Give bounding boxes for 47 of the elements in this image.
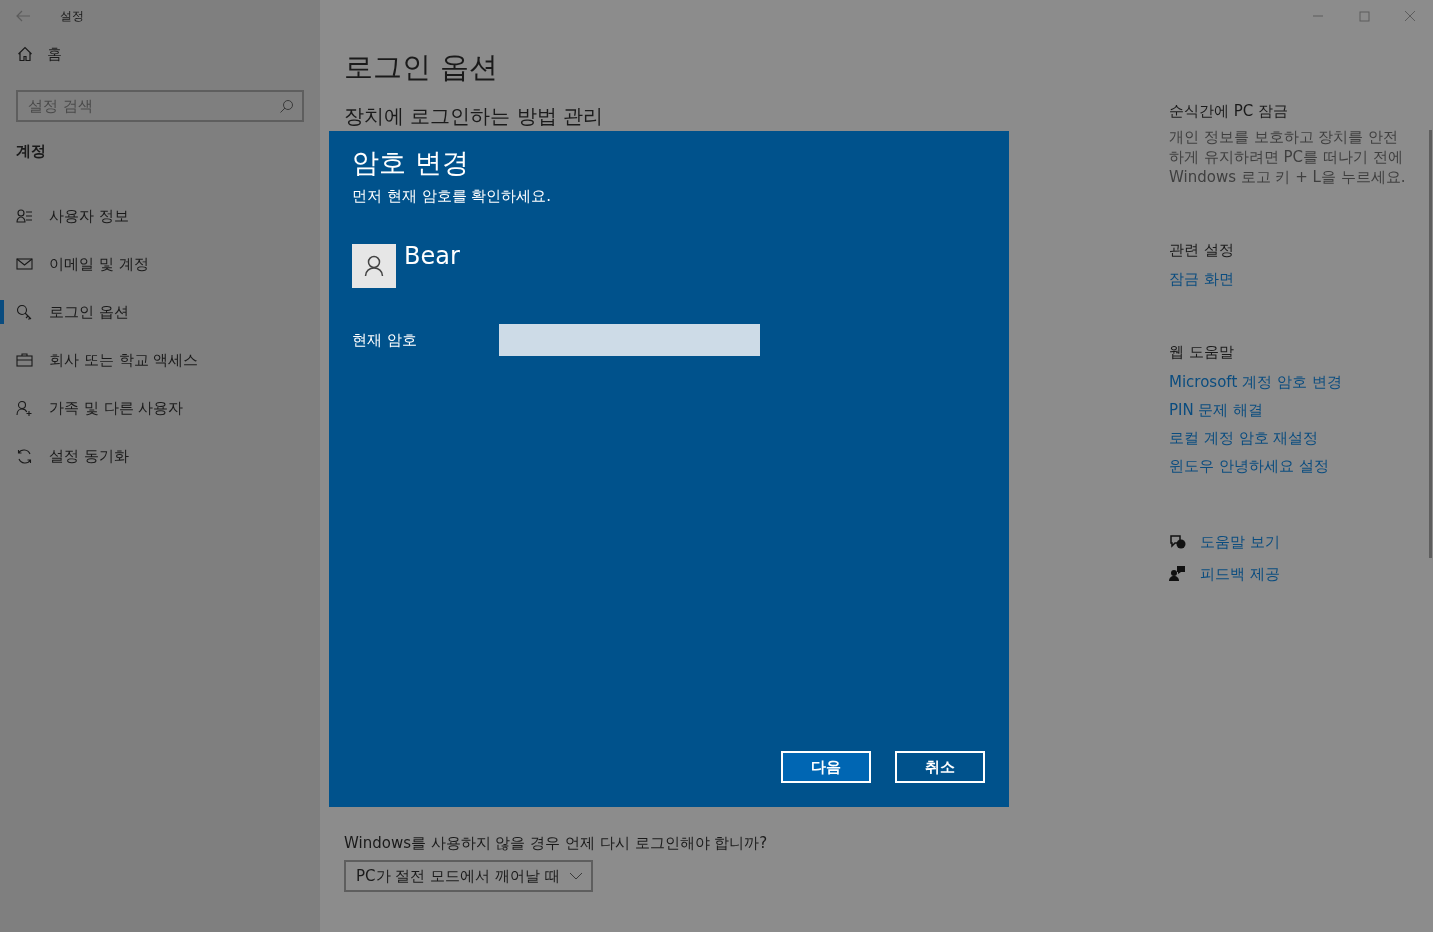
home-link[interactable]: 홈 [0, 36, 320, 72]
help-link[interactable]: 윈도우 안녕하세요 설정 [1169, 451, 1329, 480]
envelope-icon [16, 255, 33, 273]
description-text: 개인 정보를 보호하고 장치를 안전하게 유지하려면 PC를 떠나기 전에 Windows 로고 키 + L을 누르세요. [1169, 126, 1407, 187]
section-heading: 관련 설정 [1169, 239, 1235, 261]
briefcase-icon [16, 351, 33, 369]
nav-item[interactable]: 이메일 및 계정 [0, 240, 320, 288]
help-link[interactable]: 피드백 제공 [1200, 559, 1280, 588]
section-heading: 순식간에 PC 잠금 [1169, 101, 1290, 122]
close-icon [1404, 10, 1416, 22]
instruction-text: 먼저 현재 암호를 확인하세요. [352, 186, 553, 208]
dialog-title: 암호 변경 [352, 147, 470, 180]
scrollbar[interactable] [1429, 130, 1432, 558]
cancel-button[interactable]: 취소 [895, 751, 985, 783]
person-add-icon [16, 399, 33, 417]
nav-item[interactable]: 사용자 정보 [0, 192, 320, 240]
nav-item[interactable]: 설정 동기화 [0, 432, 320, 480]
back-arrow-icon [15, 10, 31, 22]
section-heading: 웹 도움말 [1169, 342, 1235, 363]
dropdown[interactable]: PC가 절전 모드에서 깨어날 때 [344, 860, 593, 892]
help-link[interactable]: Microsoft 계정 암호 변경 [1169, 367, 1342, 396]
next-button[interactable]: 다음 [781, 751, 871, 783]
maximize-icon [1358, 10, 1370, 22]
person-chat-icon [1169, 565, 1186, 582]
chevron-down-icon [569, 872, 583, 880]
sync-icon [16, 447, 33, 465]
nav-item[interactable]: 가족 및 다른 사용자 [0, 384, 320, 432]
help-link[interactable]: PIN 문제 해결 [1169, 395, 1264, 424]
search-icon [279, 99, 294, 114]
question-label: Windows를 사용하지 않을 경우 언제 다시 로그인해야 합니까? [344, 832, 769, 854]
home-icon [17, 46, 33, 62]
help-link[interactable]: 잠금 화면 [1169, 265, 1234, 293]
nav-item[interactable]: 로그인 옵션 [0, 288, 320, 336]
key-icon [16, 303, 33, 321]
section-heading: 계정 [15, 141, 47, 162]
window-title: 설정 [60, 8, 84, 25]
help-link[interactable]: 로컬 계정 암호 재설정 [1169, 423, 1319, 452]
person-list-icon [16, 207, 33, 225]
password-field[interactable] [499, 323, 760, 356]
chat-question-icon [1169, 533, 1186, 550]
nav-item[interactable]: 회사 또는 학교 액세스 [0, 336, 320, 384]
page-subtitle: 장치에 로그인하는 방법 관리 [344, 102, 605, 130]
user-name: Bear [404, 241, 460, 272]
page-title: 로그인 옵션 [344, 50, 500, 85]
avatar-icon [352, 243, 396, 288]
help-link[interactable]: 도움말 보기 [1200, 527, 1280, 556]
field-label: 현재 암호 [352, 329, 418, 351]
